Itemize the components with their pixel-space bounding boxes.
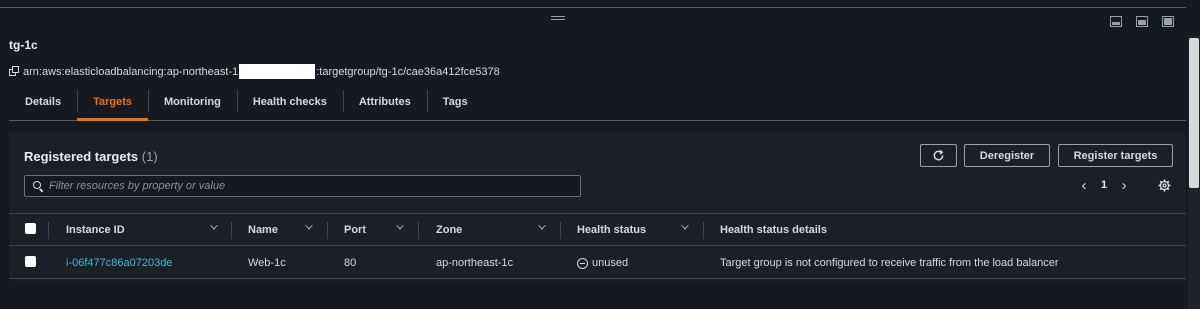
sort-down-icon[interactable]: [396, 225, 404, 230]
col-health-status[interactable]: Health status: [577, 214, 646, 246]
arn-prefix: arn:aws:elasticloadbalancing:ap-northeas…: [23, 65, 239, 78]
tab-targets[interactable]: Targets: [77, 83, 148, 121]
copy-icon[interactable]: [9, 66, 20, 77]
refresh-icon: [933, 149, 944, 161]
cell-port: 80: [344, 257, 357, 269]
arn-suffix: :targetgroup/tg-1c/cae36a412fce5378: [316, 65, 500, 78]
table-row[interactable]: i-06f477c86a07203de Web-1c 80 ap-northea…: [9, 247, 1186, 279]
column-divider: [703, 222, 704, 239]
cell-health-details: Target group is not configured to receiv…: [720, 257, 1059, 269]
redacted-account-id: [239, 64, 316, 79]
register-targets-button[interactable]: Register targets: [1058, 144, 1173, 167]
panel-title: Registered targets (1): [24, 149, 158, 164]
col-zone[interactable]: Zone: [436, 214, 462, 246]
deregister-button[interactable]: Deregister: [964, 144, 1050, 167]
panel-maximize-icon[interactable]: [1136, 16, 1148, 27]
col-name[interactable]: Name: [248, 214, 278, 246]
column-divider: [327, 222, 328, 239]
arn-row: arn:aws:elasticloadbalancing:ap-northeas…: [9, 64, 500, 79]
instance-id-link[interactable]: i-06f477c86a07203de: [66, 247, 172, 279]
pagination: ‹ 1 ›: [1077, 177, 1131, 194]
panel-bottom-icon[interactable]: [1110, 16, 1122, 27]
table-header: Instance ID Name Port Zone Health status…: [9, 213, 1186, 246]
tab-tags[interactable]: Tags: [426, 83, 484, 120]
tab-bar: Details Targets Monitoring Health checks…: [9, 83, 1186, 121]
select-all-checkbox[interactable]: [25, 223, 36, 234]
tab-details[interactable]: Details: [9, 83, 77, 120]
chevron-left-icon[interactable]: ‹: [1077, 177, 1091, 194]
column-divider: [418, 222, 419, 239]
panel-title-text: Registered targets: [24, 149, 139, 164]
row-select-checkbox[interactable]: [25, 256, 36, 267]
column-divider: [48, 222, 49, 239]
resize-handle[interactable]: [551, 16, 565, 22]
cell-health-status: unused: [577, 247, 628, 279]
unused-status-icon: [577, 257, 588, 269]
tab-monitoring[interactable]: Monitoring: [148, 83, 237, 120]
col-health-details[interactable]: Health status details: [720, 214, 827, 246]
target-group-title: tg-1c: [9, 38, 38, 52]
col-port[interactable]: Port: [344, 214, 366, 246]
filter-input[interactable]: [49, 180, 569, 192]
current-page[interactable]: 1: [1101, 179, 1107, 191]
cell-name: Web-1c: [248, 257, 286, 269]
tab-health-checks[interactable]: Health checks: [236, 83, 343, 120]
gear-icon[interactable]: [1158, 179, 1171, 192]
split-panel-border: [0, 7, 1186, 8]
sort-down-icon[interactable]: [210, 225, 218, 230]
health-status-text: unused: [592, 257, 629, 269]
column-divider: [560, 222, 561, 239]
panel-layout-controls: [1110, 16, 1174, 27]
panel-side-icon[interactable]: [1162, 16, 1174, 27]
sort-down-icon[interactable]: [305, 225, 313, 230]
column-divider: [231, 222, 232, 239]
cell-zone: ap-northeast-1c: [436, 257, 514, 269]
target-count: (1): [141, 149, 158, 164]
chevron-right-icon[interactable]: ›: [1117, 177, 1131, 194]
col-instance-id[interactable]: Instance ID: [66, 214, 125, 246]
filter-search-box[interactable]: [24, 175, 581, 197]
search-icon: [33, 181, 43, 191]
sort-down-icon[interactable]: [681, 225, 689, 230]
scrollbar-thumb[interactable]: [1189, 38, 1199, 188]
tab-attributes[interactable]: Attributes: [342, 83, 427, 120]
sort-down-icon[interactable]: [538, 225, 546, 230]
refresh-button[interactable]: [920, 144, 957, 167]
